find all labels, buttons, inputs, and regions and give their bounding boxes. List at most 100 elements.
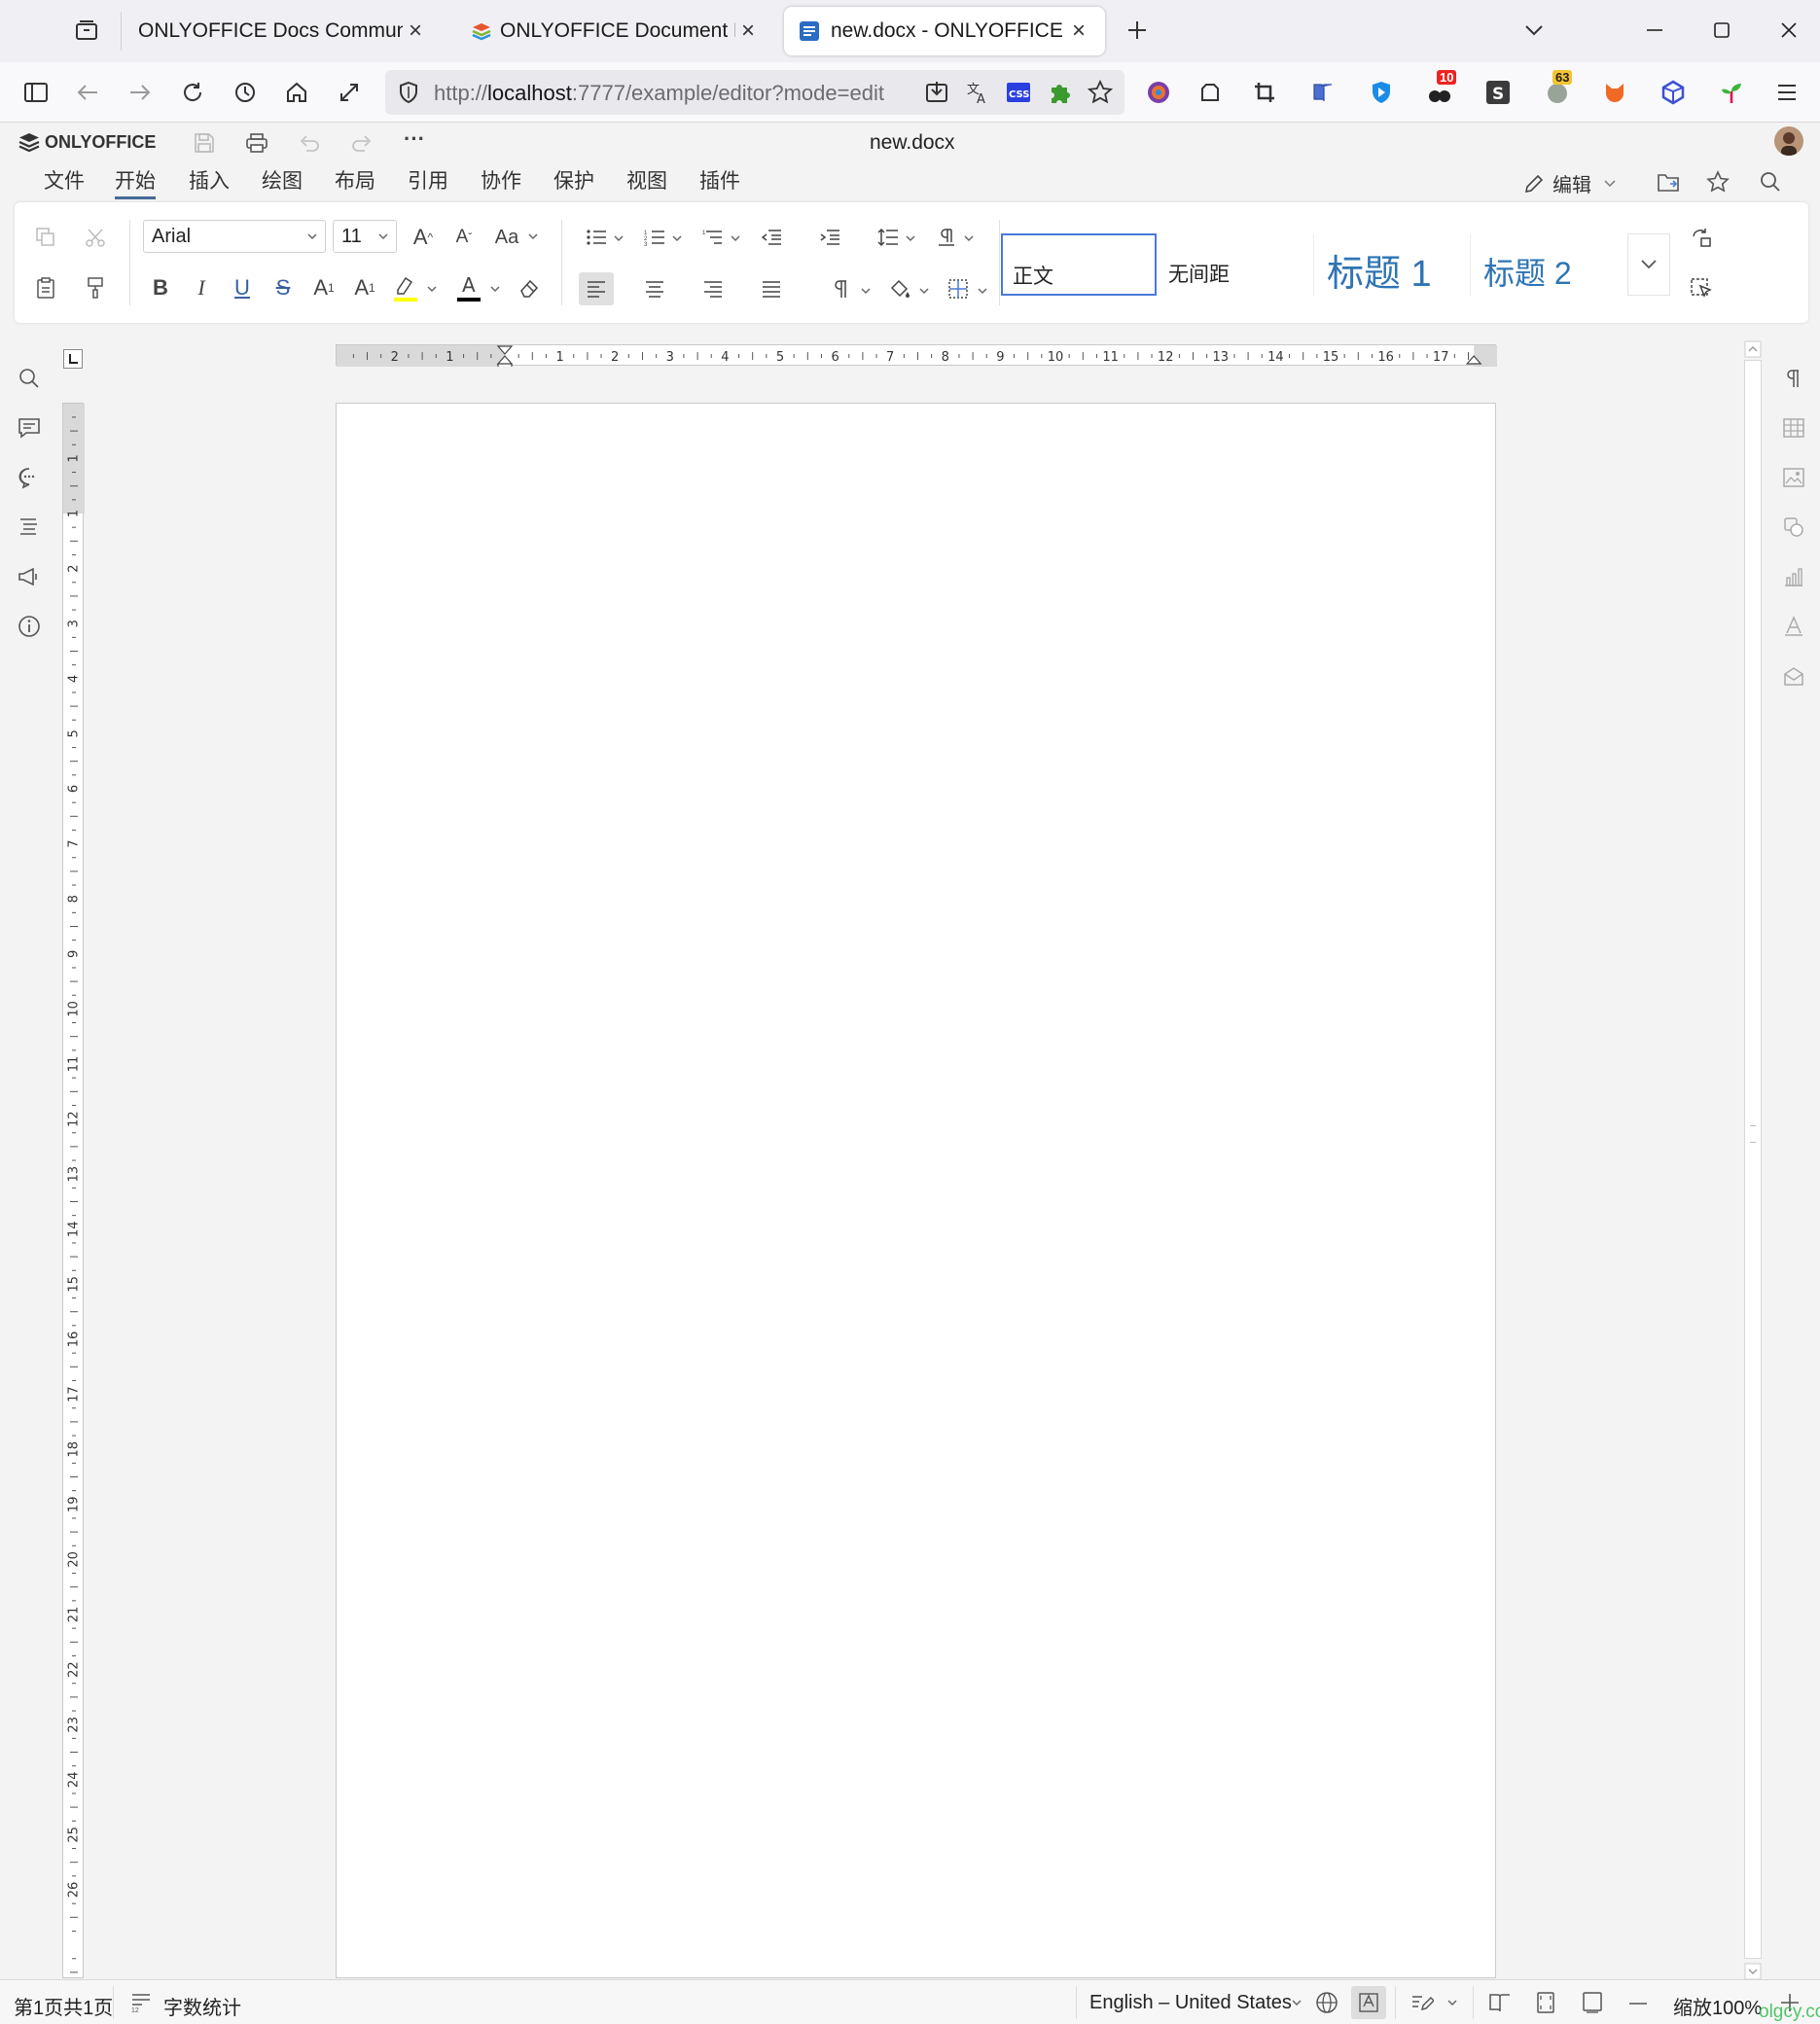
style-heading-2[interactable]: 标题 2 [1472, 233, 1627, 296]
decrease-indent-icon[interactable] [756, 222, 787, 253]
tab-references[interactable]: 引用 [408, 165, 448, 195]
avatar[interactable] [1774, 126, 1803, 156]
subscript-icon[interactable]: A1 [349, 272, 380, 303]
chevron-down-icon[interactable] [425, 284, 439, 296]
styles-expand-button[interactable] [1627, 233, 1670, 296]
zoom-level[interactable]: 缩放100% [1673, 1992, 1762, 2020]
document-page[interactable] [336, 403, 1496, 1978]
expand-icon[interactable] [331, 74, 368, 111]
chevron-down-icon[interactable] [488, 284, 502, 296]
font-color-icon[interactable]: A [453, 270, 484, 305]
line-spacing-icon[interactable] [873, 222, 904, 253]
format-painter-icon[interactable] [80, 272, 111, 303]
shading-icon[interactable] [884, 272, 915, 305]
change-case-icon[interactable]: Aa [489, 222, 524, 253]
tab-file[interactable]: 文件 [44, 165, 85, 195]
extension-sprout-icon[interactable] [1713, 74, 1750, 111]
edit-mode-button[interactable]: 编辑 [1523, 169, 1617, 197]
font-size-select[interactable]: 11 [333, 220, 397, 253]
scroll-thumb[interactable] [1744, 360, 1762, 1959]
vertical-ruler[interactable]: 1 1 2 3 4 5 6 7 8 9 10 11 12 13 14 15 16 17 18 19 20 21 22 23 24… [62, 403, 85, 1978]
redo-icon[interactable] [347, 128, 376, 158]
underline-icon[interactable]: U [227, 272, 258, 303]
extension-globe-icon[interactable] [1140, 74, 1177, 111]
browser-tab-docs-community[interactable]: ONLYOFFICE Docs Community Ed × [125, 7, 442, 55]
chevron-down-icon[interactable] [976, 286, 989, 298]
reading-mode-icon[interactable] [1488, 1992, 1512, 2013]
italic-icon[interactable]: I [186, 272, 217, 303]
left-search-icon[interactable] [13, 362, 46, 395]
replace-style-icon[interactable] [1686, 222, 1717, 253]
browser-tab-new-docx[interactable]: new.docx - ONLYOFFICE × [784, 7, 1105, 55]
scroll-up-icon[interactable] [1744, 340, 1762, 358]
page-info[interactable]: 第1页共1页 [14, 1992, 113, 2020]
chat-icon[interactable] [13, 461, 46, 494]
style-no-spacing[interactable]: 无间距 [1159, 233, 1314, 296]
mail-merge-icon[interactable] [1777, 659, 1810, 692]
borders-icon[interactable] [943, 272, 974, 305]
undo-icon[interactable] [295, 128, 324, 158]
extension-s-icon[interactable]: S [1480, 74, 1517, 111]
tab-collaboration[interactable]: 协作 [481, 165, 521, 195]
extension-shield-play-icon[interactable] [1363, 74, 1400, 111]
tab-draw[interactable]: 绘图 [262, 165, 303, 195]
chevron-down-icon[interactable] [729, 233, 742, 245]
chevron-down-icon[interactable] [526, 231, 540, 243]
extension-cube-icon[interactable] [1655, 74, 1692, 111]
numbering-icon[interactable]: 123 [639, 222, 670, 253]
paragraph-spacing-icon[interactable] [931, 222, 962, 253]
paste-icon[interactable] [30, 272, 61, 303]
track-changes-icon[interactable] [1410, 1992, 1434, 2013]
decrease-font-icon[interactable]: Aˇ [448, 222, 480, 253]
chevron-down-icon[interactable] [917, 286, 931, 298]
feedback-megaphone-icon[interactable] [13, 560, 46, 593]
translate-icon[interactable]: 文A [965, 80, 990, 105]
align-center-icon[interactable] [637, 272, 672, 305]
list-tabs-icon[interactable] [1516, 12, 1552, 49]
crop-icon[interactable] [1246, 74, 1283, 111]
browser-tab-document-editor[interactable]: ONLYOFFICE Document Edito × [457, 7, 774, 55]
tab-view[interactable]: 视图 [626, 165, 667, 195]
paragraph-settings-icon[interactable] [1777, 362, 1810, 395]
extension-badge-a-icon[interactable]: 10 [1421, 70, 1458, 111]
spell-check-button[interactable] [1351, 1986, 1386, 2019]
align-right-icon[interactable] [696, 272, 731, 305]
cut-icon[interactable] [80, 222, 111, 253]
justify-icon[interactable] [754, 272, 789, 305]
copy-icon[interactable] [30, 222, 61, 253]
tab-layout[interactable]: 布局 [335, 165, 375, 195]
about-info-icon[interactable] [13, 610, 46, 643]
zoom-out-icon[interactable] [1628, 2002, 1648, 2006]
search-icon[interactable] [1756, 167, 1785, 196]
tab-home[interactable]: 开始 [115, 165, 156, 199]
chevron-down-icon[interactable] [962, 233, 976, 245]
multilevel-list-icon[interactable]: 1 [697, 222, 729, 253]
clear-style-icon[interactable] [514, 272, 545, 303]
save-page-icon[interactable] [924, 80, 949, 105]
increase-indent-icon[interactable] [814, 222, 845, 253]
highlight-color-icon[interactable] [390, 270, 421, 305]
extension-badge-b-icon[interactable]: 63 [1539, 70, 1576, 111]
horizontal-ruler[interactable]: 2 1 1 2 3 4 5 6 7 8 9 10 11 12 13 14 15 16 17 [336, 344, 1497, 367]
bullets-icon[interactable] [581, 222, 612, 253]
vertical-scrollbar[interactable] [1744, 340, 1762, 1982]
document-language-globe-icon[interactable] [1315, 1991, 1338, 2014]
fit-width-icon[interactable] [1582, 1991, 1603, 2014]
chevron-down-icon[interactable] [859, 286, 873, 298]
reload-icon[interactable] [174, 74, 211, 111]
textart-settings-icon[interactable] [1777, 610, 1810, 643]
tab-stop-selector[interactable] [63, 349, 83, 369]
reader-icon[interactable] [1304, 74, 1341, 111]
more-options-icon[interactable]: ··· [400, 124, 429, 154]
print-icon[interactable] [242, 128, 271, 158]
minimize-icon[interactable] [1636, 12, 1673, 49]
url-bar[interactable]: http://localhost:7777/example/editor?mod… [385, 70, 1124, 115]
navigation-headings-icon[interactable] [13, 511, 46, 544]
style-heading-1[interactable]: 标题 1 [1315, 233, 1471, 296]
chevron-down-icon[interactable] [1290, 1998, 1303, 2009]
close-icon[interactable]: × [403, 18, 428, 45]
back-icon[interactable] [69, 74, 106, 111]
sidebar-toggle-icon[interactable] [18, 74, 54, 111]
app-menu-icon[interactable] [1768, 74, 1805, 111]
close-icon[interactable]: × [735, 18, 761, 45]
